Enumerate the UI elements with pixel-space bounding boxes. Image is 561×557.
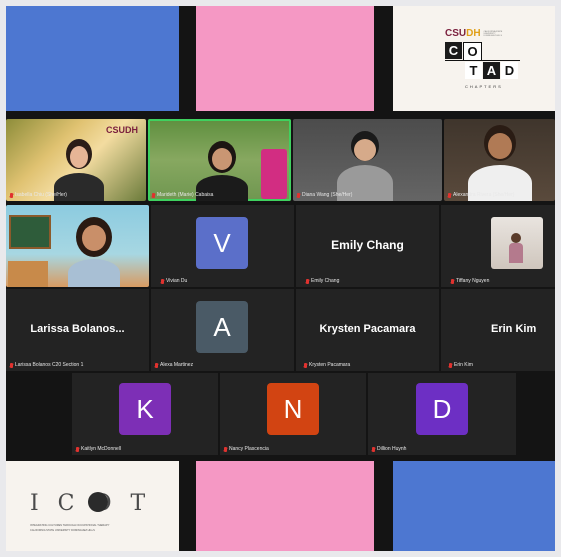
avatar-vivian: V (196, 217, 248, 269)
participant-name-erin: Erin Kim (449, 362, 473, 368)
participant-name-video-3: Diana Wang (She/Her) (297, 192, 352, 198)
video-tile-3[interactable]: Diana Wang (She/Her) (293, 119, 442, 201)
participant-name-emily: Emily Chang (306, 278, 339, 284)
display-name-erin: Erin Kim (491, 323, 537, 335)
participant-name-krysten: Krysten Pacamara (304, 362, 350, 368)
csudh-wordmark: CSUDH (445, 28, 481, 39)
profile-photo-tiffany (491, 217, 543, 269)
video-tile-5[interactable] (6, 205, 149, 287)
mic-muted-icon (304, 362, 307, 368)
participant-video-3 (337, 131, 393, 201)
display-name-larissa: Larissa Bolanos... (30, 323, 125, 335)
video-tile-4[interactable]: Alexandra Rivera (She/Her) (444, 119, 555, 201)
participant-tile-dillion[interactable]: D Dillion Huynh (368, 373, 516, 455)
participant-tile-emily[interactable]: Emily Chang Emily Chang (296, 205, 439, 287)
participant-tile-krysten[interactable]: Krysten Pacamara Krysten Pacamara (296, 289, 439, 371)
participant-name-kaitlyn: Kaitlyn McDonnell (76, 446, 121, 452)
color-block-blue-top (6, 6, 179, 111)
participant-name-dillion: Dillion Huynh (372, 446, 406, 452)
mic-muted-icon (449, 362, 452, 368)
avatar-nancy: N (267, 383, 319, 435)
participant-tile-larissa[interactable]: Larissa Bolanos... Larissa Bolanos C20 S… (6, 289, 149, 371)
cotad-subtitle: CHAPTERS (465, 84, 503, 89)
color-block-pink-top (196, 6, 374, 111)
cotad-letter-o: O (463, 42, 482, 61)
chalkboard (9, 215, 51, 249)
participant-name-tiffany: Tiffany Nguyen (451, 278, 489, 284)
mic-muted-icon (10, 192, 13, 198)
participant-tile-nancy[interactable]: N Nancy Plascencia (220, 373, 366, 455)
participant-name-vivian: Vivian Du (161, 278, 187, 284)
mic-muted-icon (155, 362, 158, 368)
video-tile-2[interactable]: Marideth (Marie) Cabaisa (148, 119, 291, 201)
mic-muted-icon (297, 192, 300, 198)
globe-icon (88, 492, 108, 512)
participant-tile-tiffany[interactable]: Tiffany Nguyen (441, 205, 555, 287)
avatar-alexa: A (196, 301, 248, 353)
video-tile-1[interactable]: CSUDH Isabella Chiu (She/Her) (6, 119, 146, 201)
mic-muted-icon (10, 362, 13, 368)
mic-muted-icon (306, 278, 309, 284)
mic-muted-icon (76, 446, 79, 452)
icot-tagline-2: CALIFORNIA STATE UNIVERSITY DOMINGUEZ HI… (30, 529, 95, 532)
display-name-krysten: Krysten Pacamara (319, 323, 416, 335)
cotad-letter-c: C (445, 42, 462, 59)
mic-muted-icon (448, 192, 451, 198)
participant-video-4 (468, 125, 532, 201)
mic-muted-icon (451, 278, 454, 284)
participant-name-video-2: Marideth (Marie) Cabaisa (152, 192, 213, 198)
participant-tile-kaitlyn[interactable]: K Kaitlyn McDonnell (72, 373, 218, 455)
csudh-overlay-logo: CSUDH (105, 125, 138, 135)
avatar-dillion: D (416, 383, 468, 435)
mic-muted-icon (161, 278, 164, 284)
csudh-logo: CSUDH CALIFORNIA STATE UNIVERSITY DOMING… (445, 28, 508, 39)
cotad-divider (445, 60, 520, 61)
icot-logo: I C O T (30, 491, 155, 516)
cotad-letter-t: T (465, 62, 482, 79)
participant-name-nancy: Nancy Plascencia (224, 446, 269, 452)
banner-sign (261, 149, 287, 199)
csudh-tagline: CALIFORNIA STATE UNIVERSITY DOMINGUEZ HI… (483, 30, 503, 37)
color-block-pink-bottom (196, 461, 374, 551)
participant-tile-erin[interactable]: Erin Kim Erin Kim (441, 289, 555, 371)
cotad-letter-a: A (483, 62, 500, 79)
meeting-collage: CSUDH CALIFORNIA STATE UNIVERSITY DOMING… (6, 6, 555, 551)
avatar-kaitlyn: K (119, 383, 171, 435)
participant-name-alexa: Alexa Martinez (155, 362, 193, 368)
mic-muted-icon (372, 446, 375, 452)
participant-name-larissa: Larissa Bolanos C20 Section 1 (10, 362, 83, 368)
icot-tagline-1: INTEGRATING CULTURES THROUGH OCCUPATIONA… (30, 524, 110, 527)
participant-tile-alexa[interactable]: A Alexa Martinez (151, 289, 294, 371)
participant-name-video-4: Alexandra Rivera (She/Her) (448, 192, 514, 198)
cotad-letter-d: D (501, 62, 518, 79)
logo-panel-cotad: CSUDH CALIFORNIA STATE UNIVERSITY DOMING… (393, 6, 555, 111)
cotad-letter-grid: C O T A D (445, 42, 520, 80)
display-name-emily: Emily Chang (331, 238, 404, 252)
mic-muted-icon (152, 192, 155, 198)
color-block-blue-bottom (393, 461, 555, 551)
mic-muted-icon (224, 446, 227, 452)
participant-tile-vivian[interactable]: V Vivian Du (151, 205, 294, 287)
participant-video-5 (64, 217, 124, 287)
logo-panel-icot: I C O T INTEGRATING CULTURES THROUGH OCC… (6, 461, 179, 551)
participant-name-video-1: Isabella Chiu (She/Her) (10, 192, 67, 198)
bookshelf (8, 261, 48, 287)
